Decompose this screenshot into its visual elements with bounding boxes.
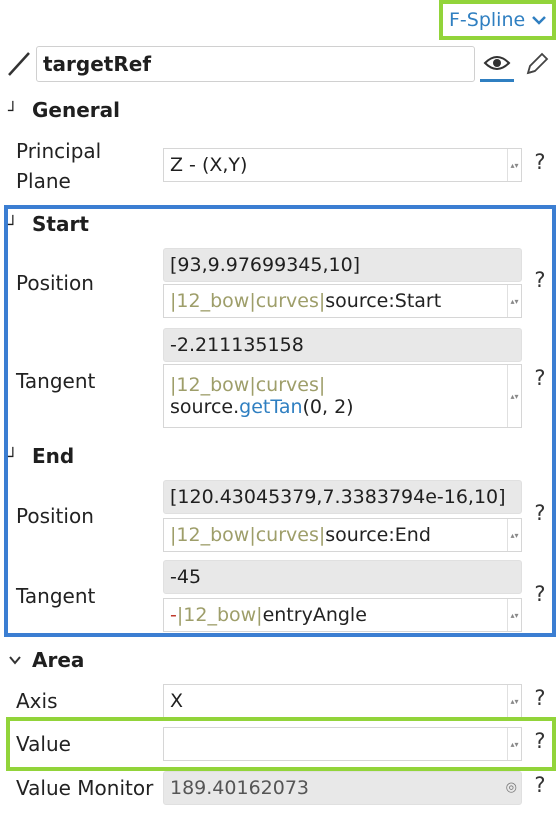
name-input[interactable]: targetRef [36,46,475,82]
collapse-icon: ┘ [8,100,18,120]
pencil-icon [526,52,549,75]
section-area-title: Area [32,648,85,672]
axis-select[interactable]: X ▴▾ [163,684,522,718]
spinner-icon[interactable]: ▴▾ [507,365,521,427]
spinner-icon[interactable]: ▴▾ [507,685,521,717]
start-position-expression[interactable]: |12_bow|curves|source:Start ▴▾ [163,284,522,318]
start-tangent-value-text: -2.211135158 [170,334,304,356]
help-icon[interactable]: ? [530,268,550,292]
spinner-icon[interactable]: ▴▾ [507,728,521,760]
value-monitor-label: Value Monitor [16,776,154,800]
start-tangent-label: Tangent [16,369,96,393]
start-position-value: [93,9.97699345,10] [163,248,522,282]
help-icon[interactable]: ? [530,366,550,390]
section-end[interactable]: ┘ End [8,442,74,470]
end-position-value-text: [120.43045379,7.3383794e-16,10] [170,486,506,508]
section-area[interactable]: Area [8,646,84,674]
end-tangent-expression[interactable]: -|12_bow|entryAngle ▴▾ [163,598,522,632]
principal-plane-value: Z - (X,Y) [170,154,248,176]
end-tangent-expr-text: -|12_bow|entryAngle [170,604,367,626]
start-tangent-expr-line2: source.getTan(0, 2) [170,396,354,418]
axis-value: X [170,690,184,712]
chevron-down-icon [532,16,547,25]
start-tangent-expr-line1: |12_bow|curves| [170,374,326,396]
spinner-icon[interactable]: ▴▾ [507,519,521,551]
spinner-icon[interactable]: ▴▾ [507,149,521,181]
type-dropdown-label: F-Spline [449,9,526,31]
end-tangent-label: Tangent [16,584,96,608]
start-tangent-expression[interactable]: |12_bow|curves| source.getTan(0, 2) ▴▾ [163,364,522,428]
help-icon[interactable]: ? [530,686,550,710]
help-icon[interactable]: ? [530,582,550,606]
start-position-value-text: [93,9.97699345,10] [170,254,361,276]
expand-icon [9,656,21,665]
principal-plane-label-line2: Plane [16,169,71,193]
value-input[interactable]: ▴▾ [163,727,522,761]
collapse-icon: ┘ [8,214,18,234]
end-tangent-value: -45 [163,560,522,594]
end-position-label: Position [16,504,94,528]
value-monitor-field: 189.40162073 ◎ [163,771,522,805]
section-end-title: End [32,444,75,468]
axis-label: Axis [16,689,58,713]
type-dropdown[interactable]: F-Spline [439,0,556,40]
end-position-expression[interactable]: |12_bow|curves|source:End ▴▾ [163,518,522,552]
collapse-icon: ┘ [8,446,18,466]
section-general-title: General [32,98,120,122]
start-position-label: Position [16,271,94,295]
help-icon[interactable]: ? [530,729,550,753]
end-tangent-value-text: -45 [170,566,202,588]
section-general[interactable]: ┘ General [8,96,120,124]
principal-plane-select[interactable]: Z - (X,Y) ▴▾ [163,148,522,182]
principal-plane-label-line1: Principal [16,139,102,163]
end-position-expr-text: |12_bow|curves|source:End [170,524,431,546]
help-icon[interactable]: ? [530,773,550,797]
end-position-value: [120.43045379,7.3383794e-16,10] [163,480,522,514]
spinner-icon[interactable]: ▴▾ [507,285,521,317]
visibility-toggle[interactable] [480,46,514,82]
spinner-icon[interactable]: ▴▾ [507,599,521,631]
line-icon [8,52,30,76]
value-monitor-value: 189.40162073 [170,777,310,799]
section-start-title: Start [32,212,89,236]
name-value: targetRef [43,52,152,76]
help-icon[interactable]: ? [530,150,550,174]
eye-icon [483,55,511,70]
start-position-expr-text: |12_bow|curves|source:Start [170,290,442,312]
principal-plane-label: Principal Plane [16,136,146,196]
section-start[interactable]: ┘ Start [8,210,89,238]
value-label: Value [16,732,71,756]
monitor-icon: ◎ [505,780,517,795]
help-icon[interactable]: ? [530,501,550,525]
start-tangent-value: -2.211135158 [163,328,522,362]
edit-button[interactable] [520,46,554,82]
